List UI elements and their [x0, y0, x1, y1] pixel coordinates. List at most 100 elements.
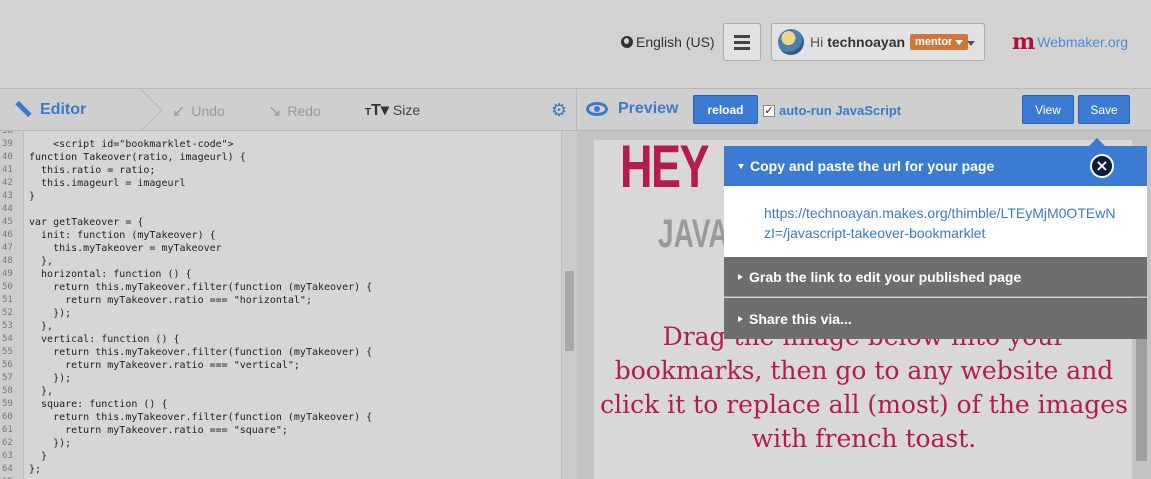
user-menu[interactable]: Hi technoayan mentor [771, 23, 985, 61]
line-number: 53 [2, 321, 13, 331]
code-line: }, [29, 256, 54, 267]
globe-icon [621, 36, 633, 48]
code-line: } [29, 451, 48, 462]
toolbar: Editor ↙ Undo ↘ Redo TT▾ Size ⚙ Preview … [0, 88, 1151, 132]
autorun-checkbox[interactable]: ✓ [763, 104, 775, 117]
code-line: } [29, 191, 36, 202]
preview-scroll-thumb[interactable] [1136, 321, 1147, 461]
expand-right-icon [738, 273, 743, 280]
eye-icon [586, 102, 608, 116]
font-size-icon: TT▾ [365, 102, 389, 119]
hamburger-menu-button[interactable] [723, 23, 761, 61]
hamburger-icon-bar [734, 34, 750, 38]
line-number: 52 [2, 308, 13, 318]
line-number-gutter: 38 39 40 41 42 43 44 45 46 47 48 49 50 51 52 53 54 55 56 57… [0, 131, 24, 479]
code-line: return myTakeover.ratio === "square"; [29, 425, 288, 436]
published-url-link[interactable]: https://technoayan.makes.org/thimble/LTE… [724, 186, 1147, 257]
expand-right-icon [738, 315, 743, 322]
preview-subheading: JAVA [658, 212, 729, 256]
code-line: return myTakeover.ratio === "horizontal"… [29, 295, 312, 306]
webmaker-logo-icon: m [1012, 29, 1036, 55]
editor-scroll-thumb[interactable] [565, 271, 574, 351]
autorun-toggle[interactable]: ✓ auto-run JavaScript [763, 103, 901, 118]
preview-tab-label: Preview [618, 100, 679, 117]
top-bar: English (US) Hi technoayan mentor m Webm… [0, 0, 1151, 88]
save-button[interactable]: Save [1078, 95, 1130, 124]
code-line: }; [29, 464, 42, 475]
code-line: this.ratio = ratio; [29, 165, 156, 176]
redo-button[interactable]: ↘ Redo [268, 101, 321, 121]
preview-tab[interactable]: Preview [586, 100, 678, 118]
line-number: 39 [2, 139, 13, 149]
line-number: 45 [2, 217, 13, 227]
line-number: 38 [2, 131, 13, 136]
code-line: }, [29, 321, 54, 332]
preview-heading: HEY [620, 140, 710, 200]
webmaker-logo-link[interactable]: m Webmaker.org [1012, 31, 1128, 53]
line-number: 46 [2, 230, 13, 240]
line-number: 42 [2, 178, 13, 188]
font-size-label: Size [392, 102, 421, 118]
line-number: 55 [2, 347, 13, 357]
line-number: 64 [2, 464, 13, 474]
hamburger-icon-bar [734, 40, 750, 44]
copy-url-section-header[interactable]: Copy and paste the url for your page [724, 146, 1147, 186]
line-number: 44 [2, 204, 13, 214]
close-button[interactable]: × [1090, 154, 1114, 178]
line-number: 41 [2, 165, 13, 175]
gear-icon[interactable]: ⚙ [551, 100, 567, 121]
expand-down-icon [738, 163, 744, 169]
line-number: 43 [2, 191, 13, 201]
copy-url-section-title: Copy and paste the url for your page [750, 158, 995, 174]
mentor-badge-label: mentor [915, 36, 953, 48]
code-line: horizontal: function () { [29, 269, 192, 280]
line-number: 58 [2, 386, 13, 396]
code-line: init: function (myTakeover) { [29, 230, 216, 241]
share-section-title: Share this via... [749, 310, 852, 327]
chevron-down-icon [955, 39, 964, 45]
reload-button[interactable]: reload [693, 95, 758, 124]
code-line: function Takeover(ratio, imageurl) { [29, 152, 246, 163]
webmaker-brand-label: Webmaker.org [1037, 34, 1129, 50]
code-line: <script id="bookmarklet-code"> [29, 139, 234, 150]
code-line: }); [29, 308, 72, 319]
preview-body-text: Drag the image below into your bookmarks… [600, 322, 1128, 453]
share-section-header[interactable]: Share this via... [724, 298, 1147, 339]
line-number: 50 [2, 282, 13, 292]
editor-tab[interactable]: Editor [0, 89, 130, 130]
user-menu-caret-icon [967, 41, 975, 46]
code-line: }); [29, 438, 72, 449]
redo-label: Redo [287, 103, 321, 119]
line-number: 60 [2, 412, 13, 422]
line-number: 59 [2, 399, 13, 409]
redo-icon: ↘ [268, 103, 282, 120]
mentor-badge: mentor [910, 34, 969, 50]
language-label: English (US) [636, 34, 715, 50]
code-line: var getTakeover = { [29, 217, 144, 228]
line-number: 61 [2, 425, 13, 435]
pencil-icon [14, 101, 32, 119]
font-size-button[interactable]: TT▾ Size [365, 100, 420, 120]
line-number: 51 [2, 295, 13, 305]
edit-link-section-title: Grab the link to edit your published pag… [749, 268, 1022, 285]
autorun-label: auto-run JavaScript [779, 103, 902, 118]
edit-link-section-header[interactable]: Grab the link to edit your published pag… [724, 257, 1147, 297]
code-line: }, [29, 386, 54, 397]
code-line: return this.myTakeover.filter(function (… [29, 347, 373, 358]
code-line: return myTakeover.ratio === "vertical"; [29, 360, 300, 371]
undo-icon: ↙ [172, 103, 186, 120]
line-number: 54 [2, 334, 13, 344]
editor-tab-label: Editor [40, 100, 87, 118]
hamburger-icon-bar [734, 46, 750, 50]
code-line: this.imageurl = imageurl [29, 178, 186, 189]
language-selector[interactable]: English (US) [621, 34, 715, 50]
line-number: 40 [2, 152, 13, 162]
view-button[interactable]: View [1022, 95, 1074, 124]
code-line: square: function () { [29, 399, 168, 410]
line-number: 63 [2, 451, 13, 461]
line-number: 56 [2, 360, 13, 370]
undo-label: Undo [191, 103, 225, 119]
undo-button[interactable]: ↙ Undo [172, 101, 225, 121]
editor-scrollbar[interactable] [561, 131, 576, 479]
code-editor[interactable]: 38 39 40 41 42 43 44 45 46 47 48 49 50 51 52 53 54 55 56 57… [0, 131, 576, 479]
